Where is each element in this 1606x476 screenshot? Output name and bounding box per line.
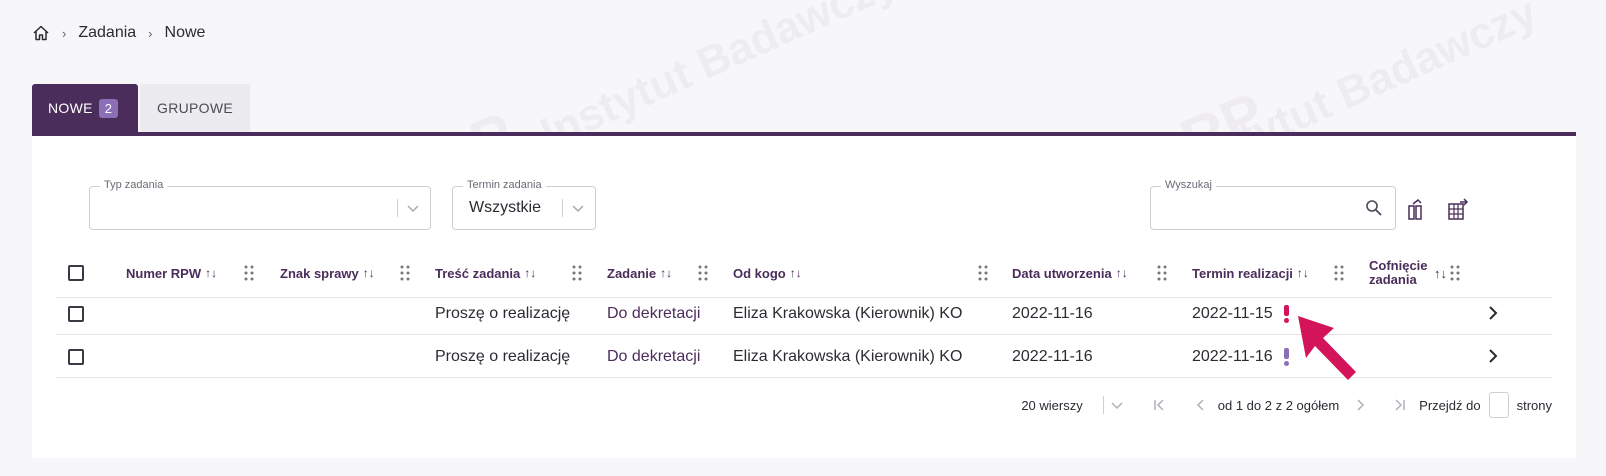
cell-data-utworzenia: 2022-11-16	[1012, 347, 1093, 365]
tab-label: GRUPOWE	[157, 100, 233, 116]
cell-data-utworzenia: 2022-11-16	[1012, 304, 1093, 322]
cell-tresc-zadania: Proszę o realizację	[435, 347, 571, 365]
column-header-termin-realizacji[interactable]: Termin realizacji ↑↓	[1192, 248, 1309, 298]
sort-icon[interactable]: ↑↓	[1434, 248, 1447, 298]
cell-termin-realizacji: 2022-11-15	[1192, 292, 1289, 335]
sort-icon[interactable]: ↑↓	[363, 266, 375, 280]
task-list-panel: Typ zadania Termin zadania Wszystkie Wys…	[32, 132, 1576, 458]
chevron-down-icon[interactable]	[1110, 398, 1124, 412]
tab-label: NOWE	[48, 100, 93, 116]
chevron-down-icon	[407, 205, 419, 213]
first-page-icon[interactable]	[1152, 398, 1166, 412]
column-header-znak-sprawy[interactable]: Znak sprawy ↑↓	[280, 248, 375, 298]
tab-bar: NOWE 2 GRUPOWE	[32, 84, 250, 132]
sort-icon[interactable]: ↑↓	[205, 266, 217, 280]
cell-tresc-zadania: Proszę o realizację	[435, 304, 571, 322]
previous-page-icon[interactable]	[1194, 398, 1208, 412]
search-icon[interactable]	[1365, 199, 1383, 217]
count-badge: 2	[98, 98, 119, 118]
column-drag-handle-icon[interactable]	[1450, 265, 1460, 281]
next-page-icon[interactable]	[1353, 398, 1367, 412]
column-drag-handle-icon[interactable]	[978, 265, 988, 281]
column-drag-handle-icon[interactable]	[244, 265, 254, 281]
sort-icon[interactable]: ↑↓	[1297, 266, 1309, 280]
cell-od-kogo: Eliza Krakowska (Kierownik) KO	[733, 347, 963, 365]
pages-label: strony	[1516, 397, 1552, 413]
column-header-cofniecie-zadania[interactable]: Cofnięcie zadania	[1369, 248, 1429, 298]
table-row[interactable]: Proszę o realizację Do dekretacji Eliza …	[56, 335, 1552, 378]
dropdown-toggle[interactable]	[397, 199, 420, 217]
dropdown-toggle[interactable]	[562, 199, 585, 217]
field-label: Termin zadania	[463, 179, 546, 191]
column-header-od-kogo[interactable]: Od kogo ↑↓	[733, 248, 802, 298]
last-page-icon[interactable]	[1393, 398, 1407, 412]
breadcrumb-separator: ›	[62, 25, 67, 41]
select-all-checkbox[interactable]	[68, 265, 84, 281]
pagination: 20 wierszy od 1 do 2 z 2 ogółem Przejdź …	[1021, 392, 1552, 418]
breadcrumb-item-zadania[interactable]: Zadania	[78, 24, 136, 42]
sort-icon[interactable]: ↑↓	[790, 266, 802, 280]
row-checkbox[interactable]	[68, 349, 84, 365]
field-label: Wyszukaj	[1161, 179, 1216, 191]
cell-zadanie[interactable]: Do dekretacji	[607, 292, 700, 335]
field-label: Typ zadania	[100, 179, 168, 191]
column-settings-icon[interactable]	[1406, 198, 1430, 222]
goto-page-label: Przejdź do	[1419, 397, 1481, 413]
task-type-select[interactable]: Typ zadania	[89, 179, 431, 230]
cell-zadanie[interactable]: Do dekretacji	[607, 335, 700, 378]
sort-icon[interactable]: ↑↓	[524, 266, 536, 280]
chevron-down-icon	[572, 205, 584, 213]
column-drag-handle-icon[interactable]	[400, 265, 410, 281]
breadcrumb-separator: ›	[148, 25, 153, 41]
column-header-tresc-zadania[interactable]: Treść zadania ↑↓	[435, 248, 536, 298]
breadcrumb-item-nowe: Nowe	[164, 24, 206, 41]
page-summary: od 1 do 2 z 2 ogółem	[1217, 397, 1340, 413]
sort-icon[interactable]: ↑↓	[1116, 266, 1128, 280]
column-drag-handle-icon[interactable]	[698, 265, 708, 281]
chevron-right-icon[interactable]	[1486, 305, 1500, 321]
column-drag-handle-icon[interactable]	[1334, 265, 1344, 281]
row-checkbox[interactable]	[68, 306, 84, 322]
column-header-zadanie[interactable]: Zadanie ↑↓	[607, 248, 672, 298]
cell-termin-realizacji: 2022-11-16	[1192, 335, 1289, 378]
table-row[interactable]: Proszę o realizację Do dekretacji Eliza …	[56, 292, 1552, 335]
goto-page-input[interactable]	[1488, 392, 1509, 418]
overdue-exclamation-icon	[1283, 304, 1289, 323]
task-term-select[interactable]: Termin zadania Wszystkie	[452, 179, 596, 230]
chevron-right-icon[interactable]	[1486, 348, 1500, 364]
rows-per-page-label: 20 wierszy	[1021, 397, 1083, 413]
search-input[interactable]: Wyszukaj	[1150, 179, 1396, 230]
due-today-exclamation-icon	[1283, 347, 1289, 366]
table-header: Numer RPW ↑↓ Znak sprawy ↑↓ Treść zadania ↑…	[56, 248, 1552, 298]
breadcrumb: › Zadania › Nowe	[32, 24, 205, 42]
tab-grupowe[interactable]: GRUPOWE	[140, 84, 250, 132]
home-icon[interactable]	[32, 24, 50, 42]
column-header-data-utworzenia[interactable]: Data utworzenia ↑↓	[1012, 248, 1128, 298]
export-table-icon[interactable]	[1446, 198, 1470, 222]
column-header-numer-rpw[interactable]: Numer RPW ↑↓	[126, 248, 217, 298]
sort-icon[interactable]: ↑↓	[660, 266, 672, 280]
column-drag-handle-icon[interactable]	[1157, 265, 1167, 281]
field-value: Wszystkie	[469, 199, 541, 216]
cell-od-kogo: Eliza Krakowska (Kierownik) KO	[733, 304, 963, 322]
tab-nowe[interactable]: NOWE 2	[32, 84, 138, 132]
column-drag-handle-icon[interactable]	[572, 265, 582, 281]
